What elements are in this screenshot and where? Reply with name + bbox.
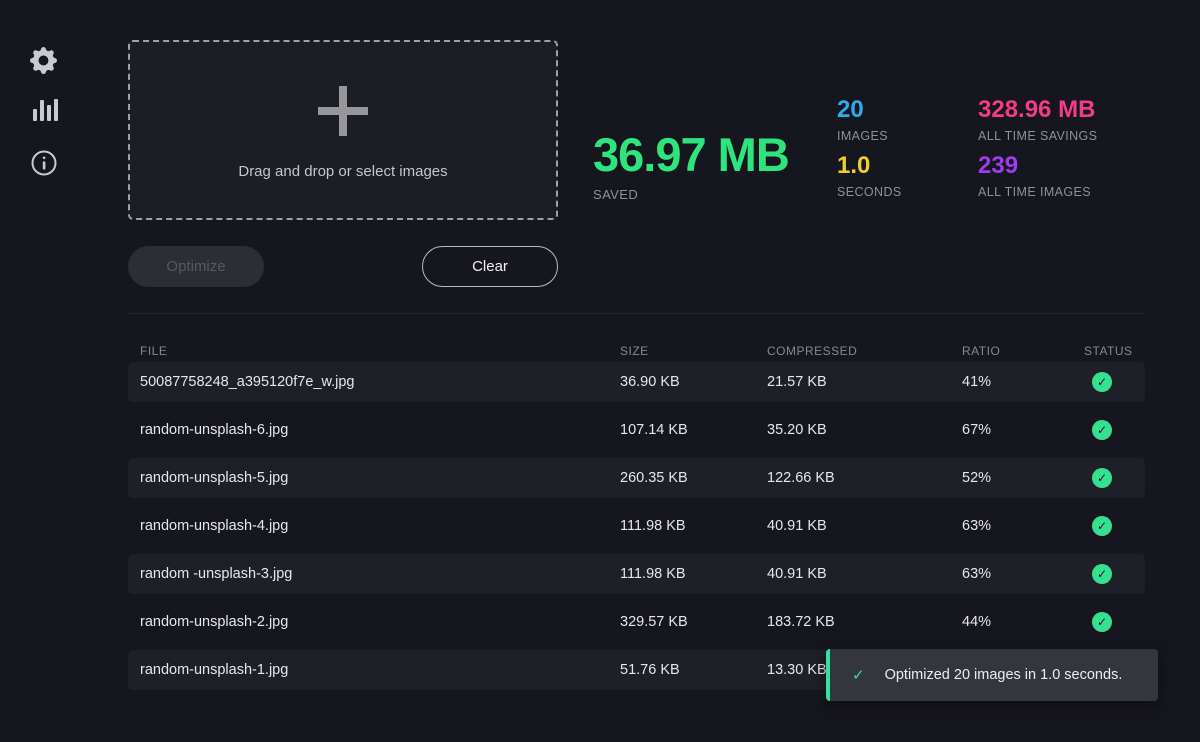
- cell-status: ✓: [1084, 468, 1145, 488]
- cell-size: 260.35 KB: [620, 470, 767, 486]
- cell-file: random-unsplash-4.jpg: [128, 518, 620, 534]
- table-row: random -unsplash-3.jpg111.98 KB40.91 KB6…: [128, 554, 1145, 594]
- toast-accent-bar: [826, 649, 830, 701]
- success-check-icon: ✓: [1092, 612, 1112, 632]
- cell-file: random-unsplash-5.jpg: [128, 470, 620, 486]
- success-check-icon: ✓: [1092, 372, 1112, 392]
- settings-gear-icon[interactable]: [30, 47, 57, 74]
- table-row: 50087758248_a395120f7e_w.jpg36.90 KB21.5…: [128, 362, 1145, 402]
- stat-images-label: IMAGES: [837, 129, 902, 143]
- cell-ratio: 67%: [962, 422, 1084, 438]
- cell-status: ✓: [1084, 564, 1145, 584]
- stat-images: 20 IMAGES: [837, 98, 902, 143]
- stat-seconds: 1.0 SECONDS: [837, 154, 902, 199]
- sidebar: [0, 0, 90, 742]
- cell-status: ✓: [1084, 516, 1145, 536]
- cell-ratio: 41%: [962, 374, 1084, 390]
- table-row: random-unsplash-2.jpg329.57 KB183.72 KB4…: [128, 602, 1145, 642]
- cell-ratio: 63%: [962, 566, 1084, 582]
- stat-all-time-images-label: ALL TIME IMAGES: [978, 185, 1097, 199]
- stat-all-time-images: 239 ALL TIME IMAGES: [978, 154, 1097, 199]
- bar-chart-icon[interactable]: [30, 96, 58, 124]
- cell-file: random-unsplash-2.jpg: [128, 614, 620, 630]
- stat-saved: 36.97 MB SAVED: [593, 131, 789, 202]
- stat-saved-value: 36.97 MB: [593, 131, 789, 178]
- cell-file: 50087758248_a395120f7e_w.jpg: [128, 374, 620, 390]
- cell-status: ✓: [1084, 372, 1145, 392]
- header-ratio: RATIO: [962, 344, 1084, 362]
- stat-all-time-savings-value: 328.96 MB: [978, 98, 1097, 122]
- table-row: random-unsplash-6.jpg107.14 KB35.20 KB67…: [128, 410, 1145, 450]
- cell-compressed: 21.57 KB: [767, 374, 962, 390]
- stat-seconds-label: SECONDS: [837, 185, 902, 199]
- cell-ratio: 63%: [962, 518, 1084, 534]
- table-header: FILE SIZE COMPRESSED RATIO STATUS: [128, 314, 1145, 362]
- success-check-icon: ✓: [1092, 564, 1112, 584]
- cell-file: random -unsplash-3.jpg: [128, 566, 620, 582]
- stat-seconds-value: 1.0: [837, 154, 902, 178]
- cell-size: 36.90 KB: [620, 374, 767, 390]
- success-check-icon: ✓: [1092, 516, 1112, 536]
- cell-status: ✓: [1084, 420, 1145, 440]
- stat-all-time-savings-label: ALL TIME SAVINGS: [978, 129, 1097, 143]
- table-body: 50087758248_a395120f7e_w.jpg36.90 KB21.5…: [128, 362, 1145, 690]
- stat-all-time-savings: 328.96 MB ALL TIME SAVINGS: [978, 98, 1097, 143]
- cell-size: 51.76 KB: [620, 662, 767, 678]
- success-check-icon: ✓: [1092, 468, 1112, 488]
- cell-status: ✓: [1084, 612, 1145, 632]
- cell-compressed: 183.72 KB: [767, 614, 962, 630]
- header-size: SIZE: [620, 344, 767, 362]
- success-check-icon: ✓: [1092, 420, 1112, 440]
- dropzone[interactable]: Drag and drop or select images: [128, 40, 558, 220]
- dropzone-label: Drag and drop or select images: [238, 163, 447, 180]
- cell-compressed: 35.20 KB: [767, 422, 962, 438]
- toast-message: Optimized 20 images in 1.0 seconds.: [885, 667, 1123, 683]
- check-icon: ✓: [852, 666, 865, 684]
- cell-size: 329.57 KB: [620, 614, 767, 630]
- toast-notification[interactable]: ✓ Optimized 20 images in 1.0 seconds.: [826, 649, 1158, 701]
- cell-file: random-unsplash-1.jpg: [128, 662, 620, 678]
- stat-column-session: 20 IMAGES 1.0 SECONDS: [837, 98, 902, 199]
- cell-size: 111.98 KB: [620, 518, 767, 534]
- cell-ratio: 44%: [962, 614, 1084, 630]
- header-file: FILE: [128, 344, 620, 362]
- cell-ratio: 52%: [962, 470, 1084, 486]
- header-status: STATUS: [1084, 344, 1145, 362]
- table-row: random-unsplash-5.jpg260.35 KB122.66 KB5…: [128, 458, 1145, 498]
- stat-column-alltime: 328.96 MB ALL TIME SAVINGS 239 ALL TIME …: [978, 98, 1097, 199]
- cell-size: 111.98 KB: [620, 566, 767, 582]
- results-table: FILE SIZE COMPRESSED RATIO STATUS 500877…: [128, 313, 1145, 698]
- table-row: random-unsplash-4.jpg111.98 KB40.91 KB63…: [128, 506, 1145, 546]
- plus-icon: [314, 82, 372, 145]
- cell-compressed: 40.91 KB: [767, 518, 962, 534]
- optimize-button[interactable]: Optimize: [128, 246, 264, 287]
- cell-compressed: 40.91 KB: [767, 566, 962, 582]
- header-compressed: COMPRESSED: [767, 344, 962, 362]
- cell-compressed: 122.66 KB: [767, 470, 962, 486]
- stat-saved-label: SAVED: [593, 187, 789, 202]
- stat-all-time-images-value: 239: [978, 154, 1097, 178]
- stat-images-value: 20: [837, 98, 902, 122]
- clear-button[interactable]: Clear: [422, 246, 558, 287]
- info-icon[interactable]: [30, 149, 58, 177]
- cell-size: 107.14 KB: [620, 422, 767, 438]
- cell-file: random-unsplash-6.jpg: [128, 422, 620, 438]
